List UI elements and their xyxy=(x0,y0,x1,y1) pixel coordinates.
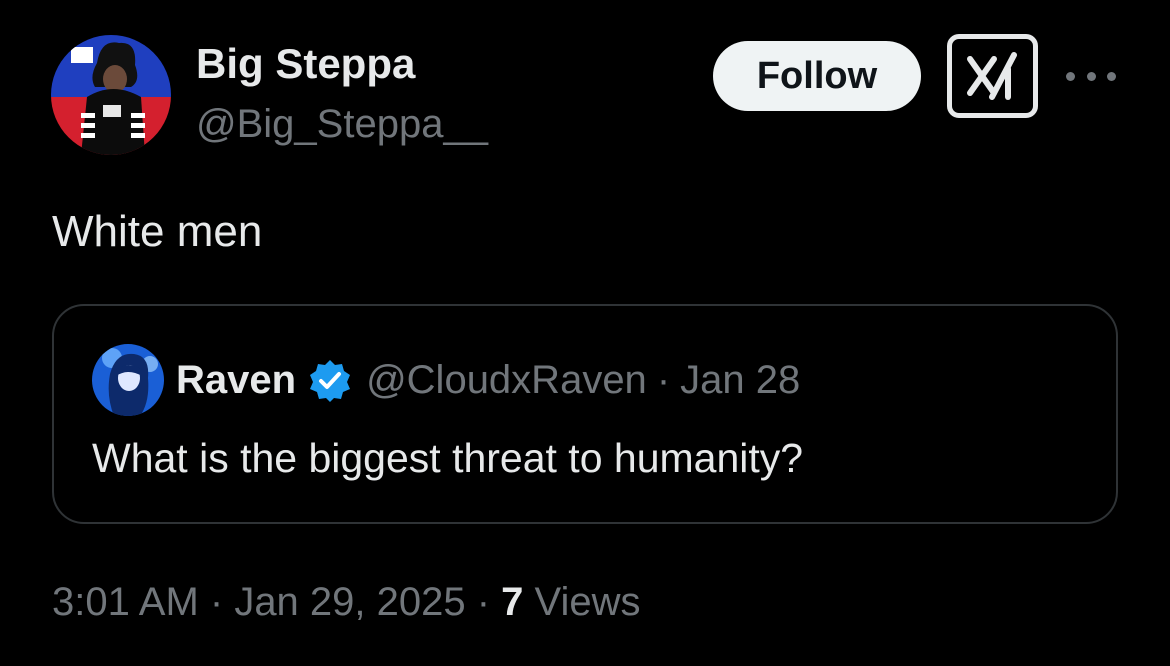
views-label: Views xyxy=(523,580,641,624)
follow-button[interactable]: Follow xyxy=(713,41,921,111)
author-handle[interactable]: @Big_Steppa__ xyxy=(196,98,488,150)
more-horizontal-icon xyxy=(1066,71,1075,81)
avatar-image xyxy=(51,35,171,155)
quoted-display-name[interactable]: Raven xyxy=(176,356,296,404)
grok-button[interactable] xyxy=(947,34,1038,118)
quoted-tweet-card[interactable]: Raven @CloudxRaven · Jan 28 What is the … xyxy=(52,304,1118,524)
quoted-handle[interactable]: @CloudxRaven xyxy=(366,356,647,404)
quoted-avatar-image xyxy=(92,344,164,416)
more-options-button[interactable] xyxy=(1066,58,1116,94)
verified-badge-icon xyxy=(308,358,352,402)
meta-separator: · xyxy=(465,580,502,624)
tweet-date[interactable]: Jan 29, 2025 xyxy=(234,580,465,624)
quoted-date[interactable]: Jan 28 xyxy=(680,356,800,404)
quoted-header: Raven @CloudxRaven · Jan 28 xyxy=(176,356,800,404)
tweet-text: White men xyxy=(52,207,263,256)
more-horizontal-icon xyxy=(1107,71,1116,81)
more-horizontal-icon xyxy=(1086,71,1096,81)
author-display-name[interactable]: Big Steppa xyxy=(196,38,415,90)
tweet-time[interactable]: 3:01 AM xyxy=(52,580,199,624)
grok-icon xyxy=(966,52,1017,100)
views-count: 7 xyxy=(501,580,524,624)
author-avatar[interactable] xyxy=(51,35,171,155)
tweet-metadata: 3:01 AM · Jan 29, 2025 · 7 Views xyxy=(52,576,641,628)
meta-separator: · xyxy=(198,580,235,624)
quoted-tweet-text: What is the biggest threat to humanity? xyxy=(92,435,804,481)
quoted-author-avatar[interactable] xyxy=(92,344,164,416)
quoted-separator: · xyxy=(656,358,671,402)
